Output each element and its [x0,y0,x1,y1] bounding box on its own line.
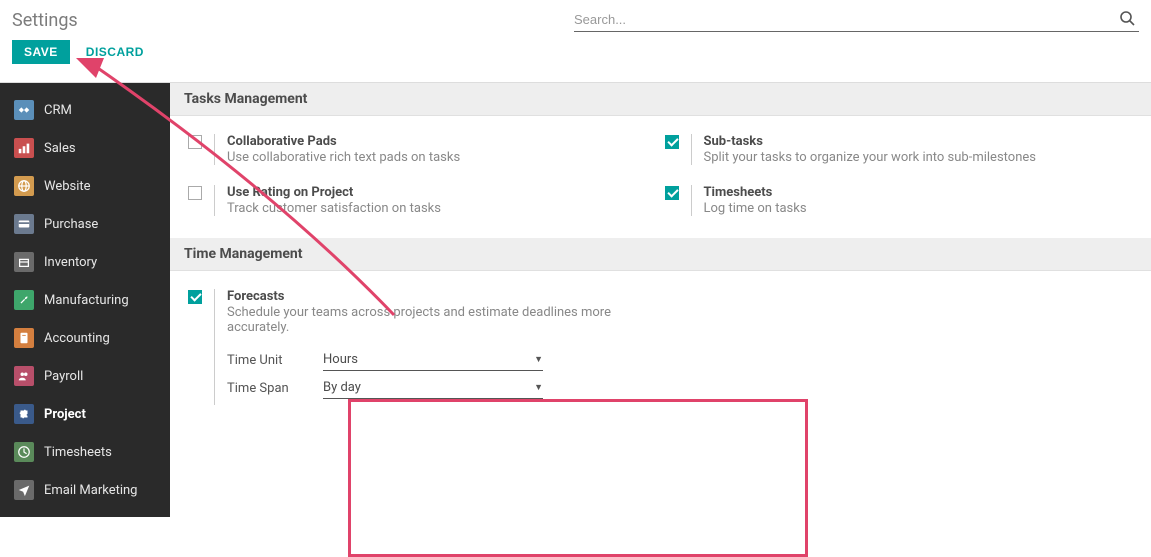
sidebar-item-label: Accounting [44,331,110,346]
select-time-span[interactable]: By day ▼ [323,377,543,399]
sidebar-item-label: Email Marketing [44,483,137,498]
caret-down-icon: ▼ [534,382,543,393]
page-title: Settings [12,10,78,31]
option-desc: Use collaborative rich text pads on task… [227,150,657,165]
sub-label-time-span: Time Span [227,381,323,396]
sidebar-item-sales[interactable]: Sales [0,129,170,167]
option-title: Sub-tasks [704,134,1134,149]
checkbox-sub-tasks[interactable] [665,135,679,149]
option-title: Timesheets [704,185,1134,200]
box-icon [14,252,34,272]
option-sub-tasks: Sub-tasks Split your tasks to organize y… [661,128,1138,179]
sidebar-item-label: Website [44,179,91,194]
search-field-wrap [574,8,1139,32]
send-icon [14,480,34,500]
option-desc: Split your tasks to organize your work i… [704,150,1134,165]
select-value: By day [323,380,361,395]
sub-label-time-unit: Time Unit [227,353,323,368]
main-content: Tasks Management Collaborative Pads Use … [170,83,1151,517]
checkbox-use-rating[interactable] [188,186,202,200]
option-title: Collaborative Pads [227,134,657,149]
caret-down-icon: ▼ [534,354,543,365]
sidebar-item-inventory[interactable]: Inventory [0,243,170,281]
option-timesheets: Timesheets Log time on tasks [661,179,1138,230]
sidebar: CRM Sales Website Purchase Inventory Man… [0,83,170,517]
sidebar-item-label: Purchase [44,217,98,232]
sidebar-item-email-marketing[interactable]: Email Marketing [0,471,170,509]
option-desc: Track customer satisfaction on tasks [227,201,657,216]
sidebar-item-timesheets[interactable]: Timesheets [0,433,170,471]
puzzle-icon [14,404,34,424]
select-time-unit[interactable]: Hours ▼ [323,349,543,371]
handshake-icon [14,100,34,120]
checkbox-timesheets[interactable] [665,186,679,200]
sidebar-item-payroll[interactable]: Payroll [0,357,170,395]
option-forecasts: Forecasts Schedule your teams across pro… [184,283,661,419]
card-icon [14,214,34,234]
checkbox-collaborative-pads[interactable] [188,135,202,149]
option-desc: Schedule your teams across projects and … [227,305,657,335]
sidebar-item-project[interactable]: Project [0,395,170,433]
sidebar-item-label: Inventory [44,255,97,270]
option-desc: Log time on tasks [704,201,1134,216]
users-icon [14,366,34,386]
sidebar-item-label: Payroll [44,369,83,384]
section-header-tasks: Tasks Management [170,83,1151,116]
book-icon [14,328,34,348]
checkbox-forecasts[interactable] [188,290,202,304]
section-header-time: Time Management [170,238,1151,271]
option-title: Use Rating on Project [227,185,657,200]
option-title: Forecasts [227,289,657,304]
sidebar-item-label: Sales [44,141,76,156]
search-input[interactable] [574,8,1139,31]
sidebar-item-purchase[interactable]: Purchase [0,205,170,243]
sidebar-item-label: CRM [44,103,72,118]
search-icon[interactable] [1119,10,1135,30]
chart-icon [14,138,34,158]
option-use-rating: Use Rating on Project Track customer sat… [184,179,661,230]
sidebar-item-accounting[interactable]: Accounting [0,319,170,357]
select-value: Hours [323,352,358,367]
sidebar-item-crm[interactable]: CRM [0,91,170,129]
wrench-icon [14,290,34,310]
discard-button[interactable]: DISCARD [74,40,156,64]
clock-icon [14,442,34,462]
sidebar-item-label: Manufacturing [44,293,129,308]
option-collaborative-pads: Collaborative Pads Use collaborative ric… [184,128,661,179]
sidebar-item-manufacturing[interactable]: Manufacturing [0,281,170,319]
sidebar-item-website[interactable]: Website [0,167,170,205]
sidebar-item-label: Timesheets [44,445,112,460]
save-button[interactable]: SAVE [12,40,70,64]
globe-icon [14,176,34,196]
sidebar-item-label: Project [44,407,86,422]
